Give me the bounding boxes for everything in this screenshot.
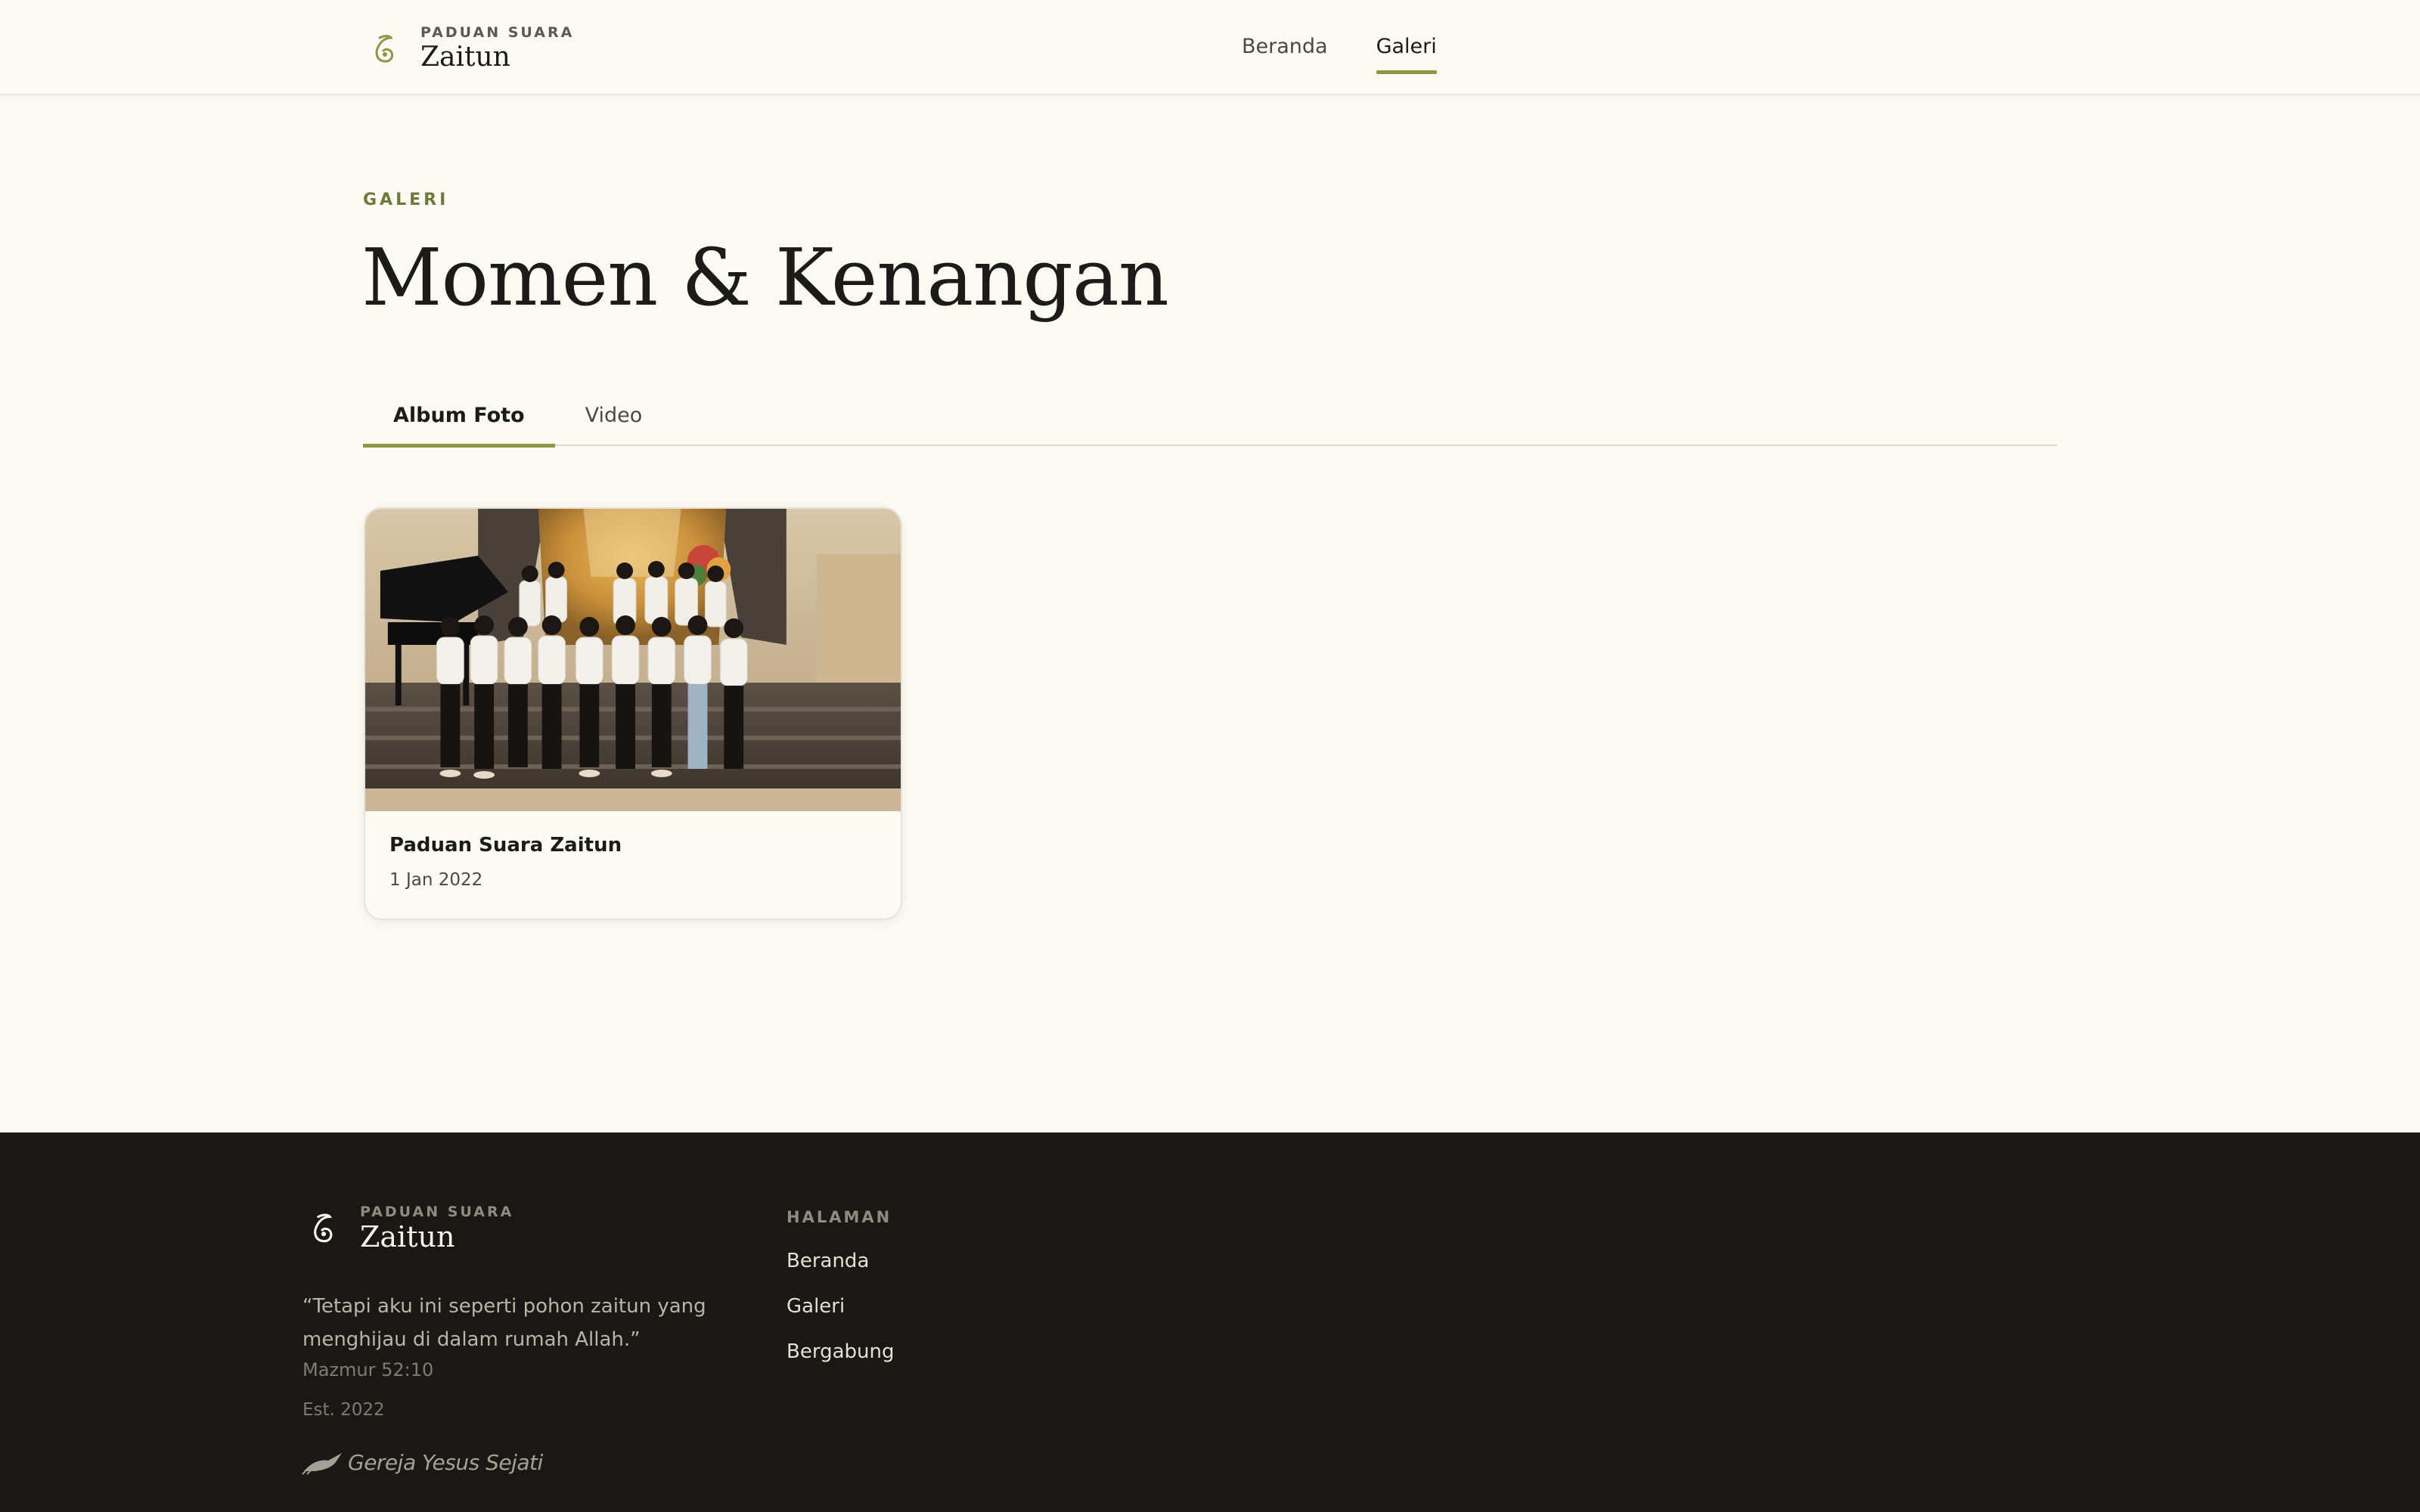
footer-quote-reference: Mazmur 52:10 xyxy=(302,1359,434,1380)
nav-link-beranda[interactable]: Beranda xyxy=(1242,30,1328,74)
site-header: PADUAN SUARA Zaitun Beranda Galeri xyxy=(0,0,2420,95)
footer-link-bergabung[interactable]: Bergabung xyxy=(786,1338,894,1365)
nav-link-galeri[interactable]: Galeri xyxy=(1376,30,1437,74)
footer-brand-text: PADUAN SUARA Zaitun xyxy=(360,1204,513,1253)
brand-logo-link[interactable]: PADUAN SUARA Zaitun xyxy=(363,23,574,76)
footer-brand-kicker: PADUAN SUARA xyxy=(360,1204,514,1220)
brand-text: PADUAN SUARA Zaitun xyxy=(420,24,574,74)
footer-quote: “Tetapi aku ini seperti pohon zaitun yan… xyxy=(302,1295,706,1351)
page-title: Momen & Kenangan xyxy=(361,231,1169,324)
footer-link-beranda[interactable]: Beranda xyxy=(786,1247,894,1275)
church-logo-text: Gereja Yesus Sejati xyxy=(348,1449,543,1475)
album-title: Paduan Suara Zaitun xyxy=(389,834,622,857)
brand-kicker: PADUAN SUARA xyxy=(420,24,575,41)
footer-pages-heading: HALAMAN xyxy=(786,1208,892,1226)
olive-leaf-icon xyxy=(375,35,393,63)
tab-album-foto[interactable]: Album Foto xyxy=(363,386,555,448)
album-cover-photo xyxy=(365,509,901,811)
church-logo: Gereja Yesus Sejati xyxy=(301,1448,543,1476)
footer-pages-column: HALAMAN Beranda Galeri Bergabung xyxy=(786,1208,894,1383)
album-date: 1 Jan 2022 xyxy=(389,870,483,890)
footer-brand: PADUAN SUARA Zaitun xyxy=(301,1204,513,1253)
footer-established: Est. 2022 xyxy=(302,1400,385,1420)
olive-leaf-icon xyxy=(314,1213,333,1243)
dove-icon xyxy=(302,1453,342,1475)
tab-video[interactable]: Video xyxy=(555,386,673,446)
page-kicker: GALERI xyxy=(363,191,449,209)
footer-link-galeri[interactable]: Galeri xyxy=(786,1293,894,1320)
footer-brand-name: Zaitun xyxy=(360,1220,455,1253)
brand-name: Zaitun xyxy=(420,42,510,73)
main-nav: Beranda Galeri xyxy=(1242,30,1485,74)
site-footer: PADUAN SUARA Zaitun “Tetapi aku ini sepe… xyxy=(0,1132,2420,1512)
gallery-tabs: Album Foto Video xyxy=(363,386,2057,448)
album-card[interactable]: Paduan Suara Zaitun 1 Jan 2022 xyxy=(364,507,902,920)
